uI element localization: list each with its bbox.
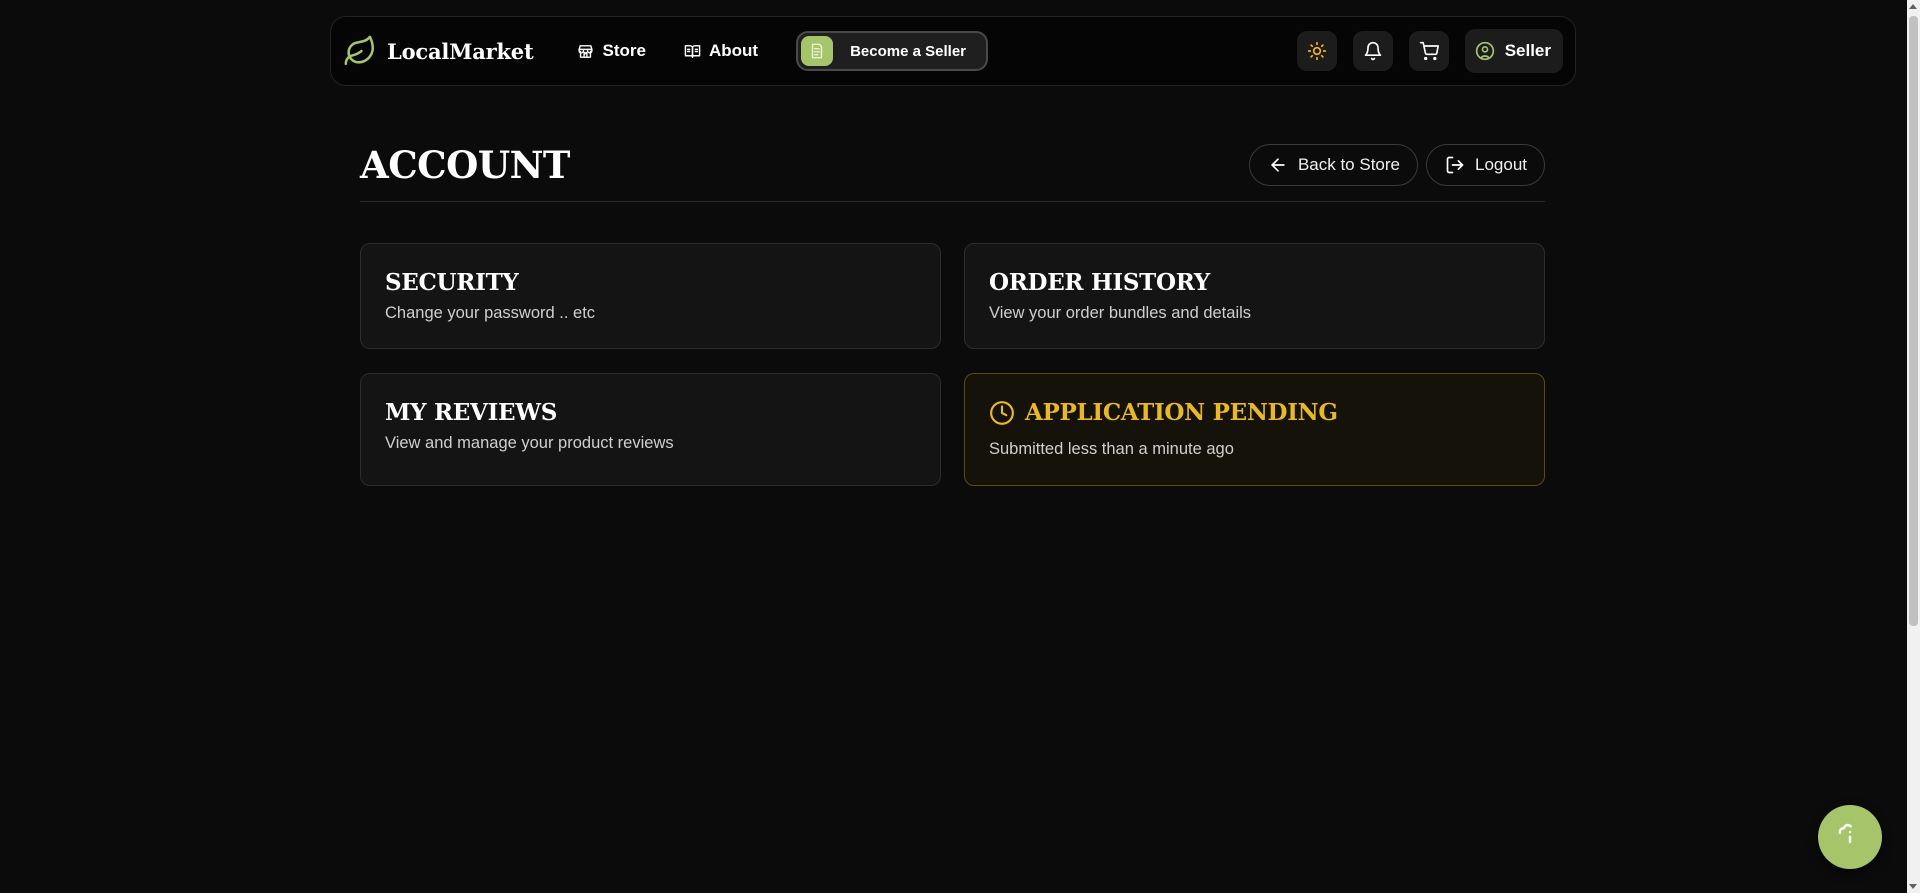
application-pending-title: APPLICATION PENDING bbox=[1025, 399, 1338, 426]
application-pending-description: Submitted less than a minute ago bbox=[989, 440, 1234, 458]
back-to-store-label: Back to Store bbox=[1297, 155, 1400, 174]
security-card-title: SECURITY bbox=[385, 269, 519, 296]
back-to-store-button[interactable]: Back to Store bbox=[1248, 144, 1418, 186]
bell-icon bbox=[1364, 41, 1382, 61]
help-chat-button[interactable] bbox=[1818, 805, 1882, 869]
badge-info-icon bbox=[1838, 823, 1852, 844]
brand-name: LocalMarket bbox=[387, 38, 534, 64]
nav-about-label: About bbox=[708, 41, 759, 60]
nav-store-label: Store bbox=[602, 41, 646, 60]
user-circle-icon bbox=[1475, 41, 1494, 61]
user-menu-button[interactable]: Seller bbox=[1464, 29, 1563, 73]
logout-label: Logout bbox=[1475, 155, 1527, 174]
scroll-down-arrow-icon[interactable] bbox=[1909, 884, 1917, 889]
sun-icon bbox=[1307, 41, 1326, 61]
page-scrollbar[interactable] bbox=[1907, 0, 1920, 893]
page-title: ACCOUNT bbox=[360, 143, 570, 187]
security-card[interactable]: SECURITY Change your password .. etc bbox=[360, 243, 941, 349]
application-pending-card[interactable]: APPLICATION PENDING Submitted less than … bbox=[964, 373, 1545, 486]
clock-icon bbox=[990, 401, 1014, 425]
order-history-card-description: View your order bundles and details bbox=[989, 304, 1252, 322]
cart-button[interactable] bbox=[1408, 31, 1449, 71]
user-role-label: Seller bbox=[1504, 41, 1551, 60]
theme-toggle-button[interactable] bbox=[1296, 31, 1337, 71]
logout-button[interactable]: Logout bbox=[1426, 144, 1545, 186]
book-icon bbox=[684, 44, 701, 58]
my-reviews-card[interactable]: MY REVIEWS View and manage your product … bbox=[360, 373, 941, 486]
nav-about-link[interactable]: About bbox=[684, 41, 758, 61]
scroll-up-arrow-icon[interactable] bbox=[1909, 4, 1917, 9]
logout-icon bbox=[1446, 156, 1464, 174]
my-reviews-card-title: MY REVIEWS bbox=[385, 399, 558, 426]
my-reviews-card-description: View and manage your product reviews bbox=[385, 434, 674, 452]
top-navigation-bar: LocalMarket Store About Become a Seller bbox=[330, 16, 1576, 86]
notifications-button[interactable] bbox=[1352, 31, 1393, 71]
scrollbar-thumb[interactable] bbox=[1909, 16, 1918, 626]
security-card-description: Change your password .. etc bbox=[385, 304, 596, 322]
cart-icon bbox=[1419, 41, 1439, 61]
brand-logo[interactable]: LocalMarket bbox=[343, 34, 534, 68]
leaf-icon bbox=[343, 34, 377, 68]
account-page-header: ACCOUNT Back to Store Logout bbox=[360, 134, 1545, 202]
order-history-card[interactable]: ORDER HISTORY View your order bundles an… bbox=[964, 243, 1545, 349]
become-seller-button[interactable]: Become a Seller bbox=[796, 31, 989, 71]
document-icon bbox=[801, 36, 834, 66]
header-actions: Back to Store Logout bbox=[1248, 144, 1545, 186]
nav-store-link[interactable]: Store bbox=[577, 41, 646, 61]
order-history-card-title: ORDER HISTORY bbox=[989, 269, 1210, 296]
become-seller-label: Become a Seller bbox=[850, 42, 966, 60]
store-icon bbox=[578, 44, 594, 58]
arrow-left-icon bbox=[1271, 158, 1285, 172]
application-pending-heading: APPLICATION PENDING bbox=[989, 398, 1520, 428]
